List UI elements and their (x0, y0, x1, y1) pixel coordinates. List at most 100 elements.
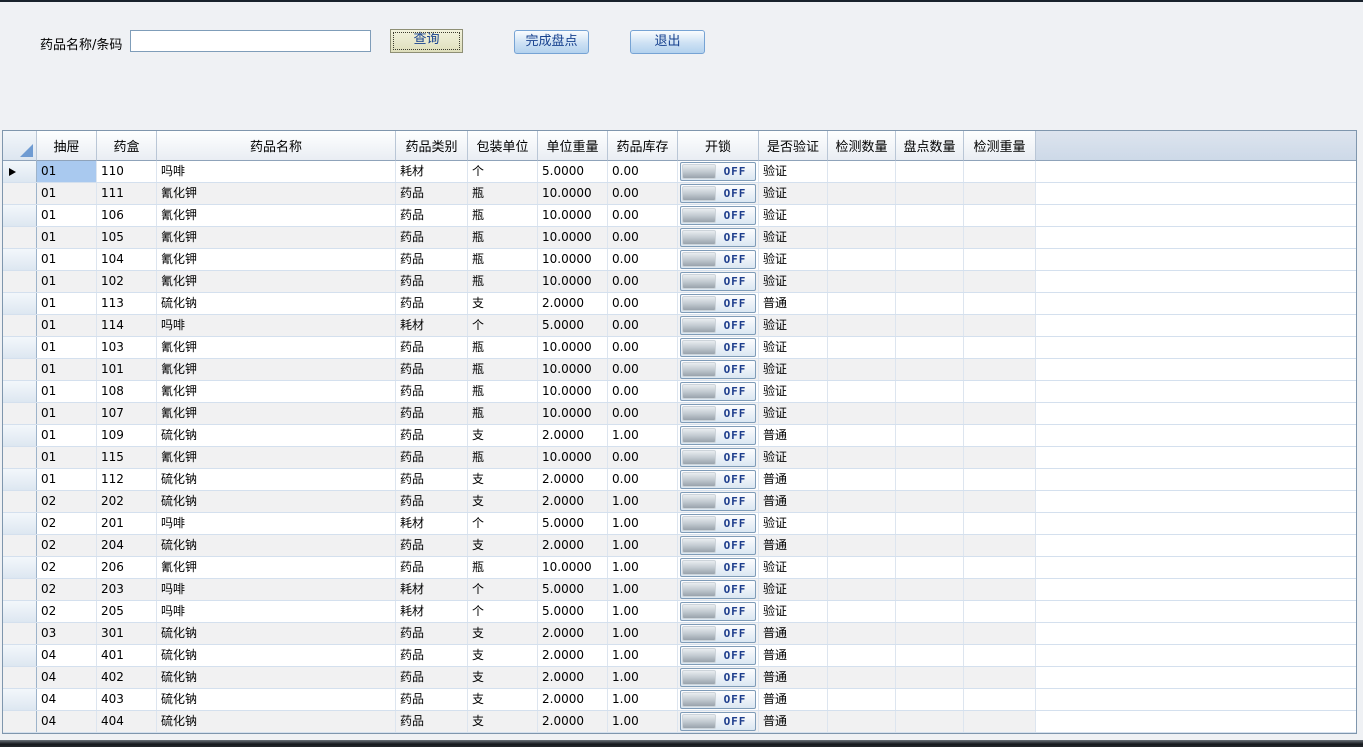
cell-unit-weight[interactable]: 2.0000 (538, 645, 608, 666)
cell-detect-qty[interactable] (828, 271, 896, 292)
cell-drawer[interactable]: 01 (37, 227, 97, 248)
cell-drawer[interactable]: 04 (37, 667, 97, 688)
cell-drug-name[interactable]: 硫化钠 (157, 711, 396, 732)
cell-count-qty[interactable] (896, 491, 964, 512)
cell-detect-qty[interactable] (828, 227, 896, 248)
cell-drug-name[interactable]: 硫化钠 (157, 645, 396, 666)
cell-category[interactable]: 耗材 (396, 315, 468, 336)
cell-verify-type[interactable]: 普通 (759, 623, 828, 644)
cell-lock[interactable]: OFF (678, 557, 759, 578)
cell-drug-name[interactable]: 硫化钠 (157, 425, 396, 446)
lock-toggle[interactable]: OFF (680, 338, 756, 357)
cell-stock[interactable]: 0.00 (608, 249, 678, 270)
cell-drug-name[interactable]: 吗啡 (157, 579, 396, 600)
cell-lock[interactable]: OFF (678, 359, 759, 380)
lock-toggle[interactable]: OFF (680, 294, 756, 313)
lock-toggle[interactable]: OFF (680, 382, 756, 401)
cell-unit[interactable]: 个 (468, 579, 538, 600)
cell-lock[interactable]: OFF (678, 579, 759, 600)
cell-lock[interactable]: OFF (678, 337, 759, 358)
cell-stock[interactable]: 0.00 (608, 271, 678, 292)
cell-unit[interactable]: 瓶 (468, 249, 538, 270)
cell-box[interactable]: 101 (97, 359, 157, 380)
cell-drug-name[interactable]: 硫化钠 (157, 293, 396, 314)
cell-unit-weight[interactable]: 2.0000 (538, 491, 608, 512)
cell-stock[interactable]: 0.00 (608, 359, 678, 380)
lock-toggle[interactable]: OFF (680, 690, 756, 709)
cell-unit-weight[interactable]: 10.0000 (538, 557, 608, 578)
cell-drawer[interactable]: 01 (37, 183, 97, 204)
cell-category[interactable]: 药品 (396, 359, 468, 380)
finish-inventory-button[interactable]: 完成盘点 (514, 30, 589, 54)
cell-drawer[interactable]: 01 (37, 447, 97, 468)
row-selector[interactable] (3, 359, 37, 380)
cell-unit-weight[interactable]: 2.0000 (538, 293, 608, 314)
cell-verify-type[interactable]: 验证 (759, 601, 828, 622)
cell-count-qty[interactable] (896, 381, 964, 402)
cell-detect-weight[interactable] (964, 447, 1036, 468)
cell-detect-qty[interactable] (828, 425, 896, 446)
cell-detect-qty[interactable] (828, 645, 896, 666)
row-selector[interactable] (3, 315, 37, 336)
row-selector[interactable] (3, 601, 37, 622)
lock-toggle[interactable]: OFF (680, 272, 756, 291)
cell-drawer[interactable]: 03 (37, 623, 97, 644)
cell-unit-weight[interactable]: 10.0000 (538, 205, 608, 226)
cell-drug-name[interactable]: 硫化钠 (157, 535, 396, 556)
cell-unit[interactable]: 支 (468, 645, 538, 666)
cell-verify-type[interactable]: 验证 (759, 513, 828, 534)
cell-category[interactable]: 药品 (396, 205, 468, 226)
cell-box[interactable]: 102 (97, 271, 157, 292)
cell-stock[interactable]: 1.00 (608, 557, 678, 578)
row-selector[interactable] (3, 535, 37, 556)
lock-toggle[interactable]: OFF (680, 426, 756, 445)
cell-detect-qty[interactable] (828, 623, 896, 644)
cell-detect-weight[interactable] (964, 161, 1036, 182)
cell-unit-weight[interactable]: 10.0000 (538, 271, 608, 292)
cell-verify-type[interactable]: 普通 (759, 667, 828, 688)
row-selector[interactable] (3, 711, 37, 732)
cell-detect-weight[interactable] (964, 491, 1036, 512)
row-selector[interactable] (3, 271, 37, 292)
column-header-box[interactable]: 药盒 (97, 131, 157, 161)
cell-unit[interactable]: 瓶 (468, 205, 538, 226)
cell-drawer[interactable]: 01 (37, 469, 97, 490)
cell-box[interactable]: 113 (97, 293, 157, 314)
cell-drawer[interactable]: 01 (37, 359, 97, 380)
cell-lock[interactable]: OFF (678, 227, 759, 248)
search-input[interactable] (130, 30, 371, 52)
cell-box[interactable]: 108 (97, 381, 157, 402)
cell-lock[interactable]: OFF (678, 161, 759, 182)
cell-unit-weight[interactable]: 2.0000 (538, 469, 608, 490)
cell-drawer[interactable]: 01 (37, 205, 97, 226)
cell-detect-weight[interactable] (964, 513, 1036, 534)
cell-count-qty[interactable] (896, 711, 964, 732)
row-selector[interactable] (3, 381, 37, 402)
cell-count-qty[interactable] (896, 689, 964, 710)
cell-unit[interactable]: 瓶 (468, 337, 538, 358)
lock-toggle[interactable]: OFF (680, 536, 756, 555)
cell-category[interactable]: 耗材 (396, 579, 468, 600)
column-header-category[interactable]: 药品类别 (396, 131, 468, 161)
cell-count-qty[interactable] (896, 205, 964, 226)
cell-detect-weight[interactable] (964, 271, 1036, 292)
cell-detect-weight[interactable] (964, 315, 1036, 336)
cell-detect-qty[interactable] (828, 601, 896, 622)
row-selector[interactable] (3, 469, 37, 490)
cell-verify-type[interactable]: 验证 (759, 337, 828, 358)
cell-detect-qty[interactable] (828, 689, 896, 710)
cell-box[interactable]: 401 (97, 645, 157, 666)
cell-detect-qty[interactable] (828, 403, 896, 424)
cell-unit[interactable]: 瓶 (468, 227, 538, 248)
cell-category[interactable]: 药品 (396, 425, 468, 446)
cell-unit-weight[interactable]: 10.0000 (538, 403, 608, 424)
cell-stock[interactable]: 0.00 (608, 469, 678, 490)
cell-stock[interactable]: 0.00 (608, 447, 678, 468)
cell-box[interactable]: 204 (97, 535, 157, 556)
cell-category[interactable]: 药品 (396, 227, 468, 248)
cell-verify-type[interactable]: 普通 (759, 535, 828, 556)
cell-drug-name[interactable]: 氰化钾 (157, 557, 396, 578)
cell-box[interactable]: 112 (97, 469, 157, 490)
cell-drug-name[interactable]: 氰化钾 (157, 359, 396, 380)
cell-unit[interactable]: 瓶 (468, 403, 538, 424)
